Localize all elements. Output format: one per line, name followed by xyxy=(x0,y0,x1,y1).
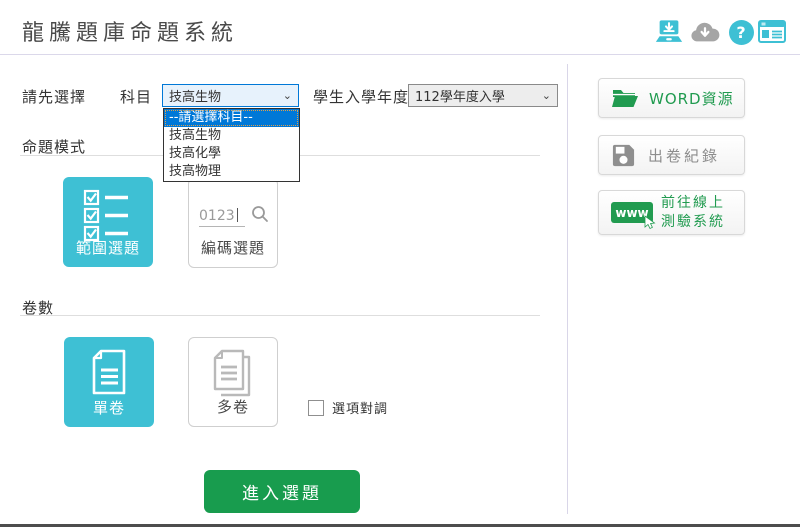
multi-paper-tile[interactable]: 多卷 xyxy=(188,337,278,427)
single-paper-tile[interactable]: 單卷 xyxy=(64,337,154,427)
code-tile-label: 編碼選題 xyxy=(201,237,265,258)
online-test-button[interactable]: www 前往線上 測驗系統 xyxy=(598,190,745,235)
page-title: 龍騰題庫命題系統 xyxy=(22,15,238,47)
chevron-down-icon: ⌄ xyxy=(283,89,292,102)
code-input-value: 0123 xyxy=(199,208,235,224)
swap-options-checkbox-row[interactable]: 選項對調 xyxy=(308,398,388,417)
checklist-icon xyxy=(63,189,153,243)
multi-tile-label: 多卷 xyxy=(217,396,249,417)
document-icon xyxy=(64,348,154,396)
online-test-line1: 前往線上 xyxy=(661,194,725,213)
word-resource-button[interactable]: WORD資源 xyxy=(598,78,745,118)
help-icon[interactable]: ? xyxy=(726,18,756,46)
single-tile-label: 單卷 xyxy=(93,397,125,418)
chevron-down-icon: ⌄ xyxy=(542,89,551,102)
exam-record-button[interactable]: 出卷紀錄 xyxy=(598,135,745,175)
enter-selection-button[interactable]: 進入選題 xyxy=(204,470,360,513)
swap-options-checkbox[interactable] xyxy=(308,400,324,416)
text-caret xyxy=(237,208,238,222)
folder-icon xyxy=(611,86,639,110)
subject-select-value: 技高生物 xyxy=(163,86,283,105)
word-resource-label: WORD資源 xyxy=(649,88,734,109)
question-mark: ? xyxy=(729,20,754,45)
subject-option-chemistry[interactable]: 技高化學 xyxy=(164,145,299,163)
save-disk-icon xyxy=(611,143,636,168)
mode-section-title: 命題模式 xyxy=(22,136,86,157)
range-select-tile[interactable]: 範圍選題 xyxy=(63,177,153,267)
subject-dropdown-list: --請選擇科目-- 技高生物 技高化學 技高物理 xyxy=(163,108,300,182)
subject-option-biology[interactable]: 技高生物 xyxy=(164,127,299,145)
year-label: 學生入學年度 xyxy=(313,86,409,107)
subject-option-physics[interactable]: 技高物理 xyxy=(164,163,299,181)
year-select[interactable]: 112學年度入學 ⌄ xyxy=(408,84,558,107)
year-select-value: 112學年度入學 xyxy=(409,86,542,105)
subject-label: 科目 xyxy=(120,86,152,107)
subject-select[interactable]: 技高生物 ⌄ xyxy=(162,84,299,107)
www-cursor-icon: www xyxy=(611,202,653,223)
documents-stack-icon xyxy=(189,349,277,399)
subject-option-placeholder[interactable]: --請選擇科目-- xyxy=(164,109,299,127)
prompt-label: 請先選擇 xyxy=(22,86,86,107)
search-icon[interactable] xyxy=(251,205,269,227)
laptop-download-icon[interactable] xyxy=(654,18,684,46)
exam-record-label: 出卷紀錄 xyxy=(648,145,720,166)
code-input[interactable]: 0123 xyxy=(199,208,245,227)
window-bottom-edge xyxy=(0,524,800,527)
vertical-divider xyxy=(567,64,568,514)
records-window-icon[interactable] xyxy=(757,18,787,46)
papers-section-divider xyxy=(20,315,540,316)
code-select-tile[interactable]: 0123 編碼選題 xyxy=(188,178,278,268)
swap-options-label: 選項對調 xyxy=(332,398,388,417)
online-test-label: 前往線上 測驗系統 xyxy=(661,194,725,232)
header: 龍騰題庫命題系統 ? xyxy=(0,0,800,55)
cloud-download-icon[interactable] xyxy=(690,18,720,46)
online-test-line2: 測驗系統 xyxy=(661,213,725,232)
